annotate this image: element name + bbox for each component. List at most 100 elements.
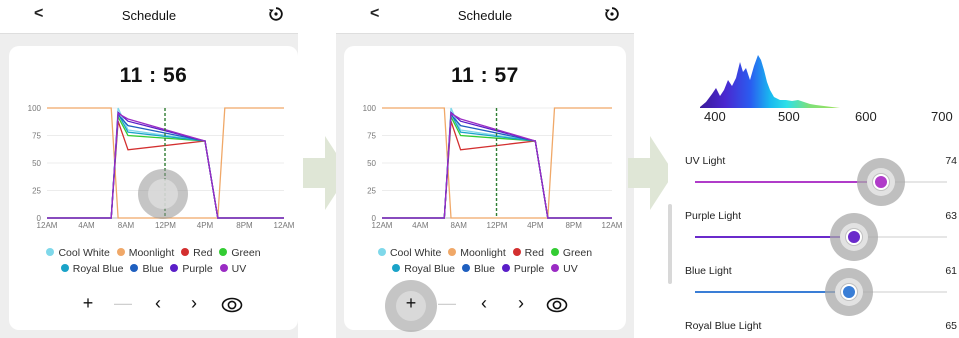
slider-value: 61 xyxy=(945,265,957,277)
next-point-button[interactable]: › xyxy=(510,292,532,314)
legend-item: UV xyxy=(551,261,578,277)
legend-dot xyxy=(181,248,190,256)
legend-label: Cool White xyxy=(58,247,110,259)
legend-label: Blue xyxy=(473,263,495,275)
slider-value: 74 xyxy=(945,155,957,167)
legend-item: Blue xyxy=(461,261,495,277)
legend-dot xyxy=(46,248,55,256)
schedule-screen-2: < Schedule 11 : 57 0 25 50 75 100 12AM 4AM 8AM 1… xyxy=(336,0,634,338)
scrollbar[interactable] xyxy=(668,204,672,284)
x-tick-label: 4AM xyxy=(412,221,429,230)
legend-item: Royal Blue xyxy=(392,261,455,277)
chart-legend: Cool White Moonlight Red Green Royal Blu… xyxy=(9,245,298,277)
remove-point-button[interactable]: — xyxy=(112,292,134,314)
slider-fill xyxy=(695,181,882,183)
legend-item: UV xyxy=(219,261,247,277)
spectrum-axis-tick: 600 xyxy=(855,109,877,124)
eye-icon[interactable] xyxy=(221,294,243,316)
x-tick-label: 8PM xyxy=(565,221,582,230)
legend-row: Cool White Moonlight Red Green xyxy=(344,245,626,261)
spectrum-axis-tick: 700 xyxy=(931,109,953,124)
legend-row: Royal Blue Blue Purple UV xyxy=(344,261,626,277)
slider-label: Purple Light xyxy=(685,210,742,222)
legend-label: Blue xyxy=(142,263,164,275)
y-tick-label: 50 xyxy=(367,159,376,168)
series-line xyxy=(382,114,612,219)
y-tick-label: 75 xyxy=(32,132,41,141)
reset-clock-icon[interactable] xyxy=(268,6,284,22)
legend-row: Cool White Moonlight Red Green xyxy=(9,245,298,261)
y-tick-label: 50 xyxy=(32,159,41,168)
page-title: Schedule xyxy=(121,8,177,23)
slider-track[interactable] xyxy=(695,158,947,206)
schedule-card: 11 : 57 0 25 50 75 100 12AM 4AM 8AM 12PM 4PM 8PM 12… xyxy=(344,46,626,332)
previous-point-button[interactable]: ‹ xyxy=(147,292,169,314)
slider-thumb[interactable] xyxy=(857,158,906,206)
legend-dot xyxy=(377,248,386,256)
app-header: < Schedule xyxy=(0,0,298,34)
chart-toolbar: + — ‹ › xyxy=(344,290,626,316)
slider-thumb[interactable] xyxy=(824,268,873,316)
x-tick-label: 4PM xyxy=(527,221,544,230)
slider-track[interactable] xyxy=(695,213,947,261)
schedule-screen-1: < Schedule 11 : 56 0 25 50 75 100 12AM 4AM 8AM 1… xyxy=(0,0,298,338)
slider-label: Blue Light xyxy=(685,265,732,277)
reset-clock-icon[interactable] xyxy=(604,6,620,22)
legend-dot xyxy=(219,248,228,256)
chart-legend: Cool White Moonlight Red Green Royal Blu… xyxy=(344,245,626,277)
legend-item: Green xyxy=(550,245,593,261)
legend-dot xyxy=(219,264,228,272)
legend-dot xyxy=(550,248,559,256)
legend-dot xyxy=(461,264,470,272)
y-tick-label: 25 xyxy=(32,187,41,196)
previous-point-button[interactable]: ‹ xyxy=(473,292,495,314)
stage: < Schedule 11 : 56 0 25 50 75 100 12AM 4AM 8AM 1… xyxy=(0,0,959,338)
y-tick-label: 100 xyxy=(363,104,377,113)
legend-dot xyxy=(130,264,139,272)
slider-value: 63 xyxy=(945,210,957,222)
remove-point-button[interactable]: — xyxy=(436,292,458,314)
legend-label: Purple xyxy=(182,263,213,275)
touch-indicator-core xyxy=(148,179,178,209)
chart-toolbar: + — ‹ › xyxy=(9,290,298,316)
x-tick-label: 8PM xyxy=(236,221,253,230)
add-point-button[interactable]: + xyxy=(77,292,99,314)
y-tick-label: 100 xyxy=(28,104,42,113)
legend-label: Cool White xyxy=(389,247,442,259)
legend-label: Green xyxy=(562,247,593,259)
spectrum-panel: 400 500 600 700 UV Light 74 Purple Light… xyxy=(668,0,959,338)
x-tick-label: 8AM xyxy=(450,221,467,230)
add-point-button[interactable]: + xyxy=(400,292,422,314)
legend-item: Moonlight xyxy=(116,245,174,261)
x-tick-label: 12AM xyxy=(37,221,58,230)
x-tick-label: 12PM xyxy=(155,221,176,230)
legend-item: Purple xyxy=(501,261,544,277)
legend-dot xyxy=(170,264,179,272)
touch-indicator xyxy=(138,169,188,219)
legend-dot xyxy=(116,248,125,256)
slider-knob xyxy=(845,229,862,245)
legend-label: Royal Blue xyxy=(72,263,124,275)
slider-value: 65 xyxy=(945,320,957,332)
legend-dot xyxy=(501,264,510,272)
eye-icon[interactable] xyxy=(546,294,568,316)
legend-item: Royal Blue xyxy=(60,261,124,277)
x-tick-label: 12PM xyxy=(487,221,508,230)
legend-item: Red xyxy=(512,245,544,261)
legend-dot xyxy=(512,248,521,256)
next-point-button[interactable]: › xyxy=(183,292,205,314)
schedule-chart[interactable]: 025507510012AM 4AM 8AM 12PM 4PM 8PM 12AM xyxy=(344,96,626,236)
slider-knob xyxy=(840,284,857,300)
legend-label: Red xyxy=(524,247,544,259)
legend-row: Royal Blue Blue Purple UV xyxy=(9,261,298,277)
current-time: 11 : 56 xyxy=(119,64,188,87)
legend-label: Green xyxy=(231,247,261,259)
slider-thumb[interactable] xyxy=(829,213,878,261)
legend-dot xyxy=(448,248,457,256)
schedule-card: 11 : 56 0 25 50 75 100 12AM 4AM 8AM 12PM 4PM 8PM 12… xyxy=(9,46,298,330)
spectrum-graph xyxy=(700,55,840,108)
legend-label: UV xyxy=(231,263,247,275)
legend-dot xyxy=(60,264,69,272)
legend-dot xyxy=(392,264,401,272)
slider-track[interactable] xyxy=(695,268,947,316)
